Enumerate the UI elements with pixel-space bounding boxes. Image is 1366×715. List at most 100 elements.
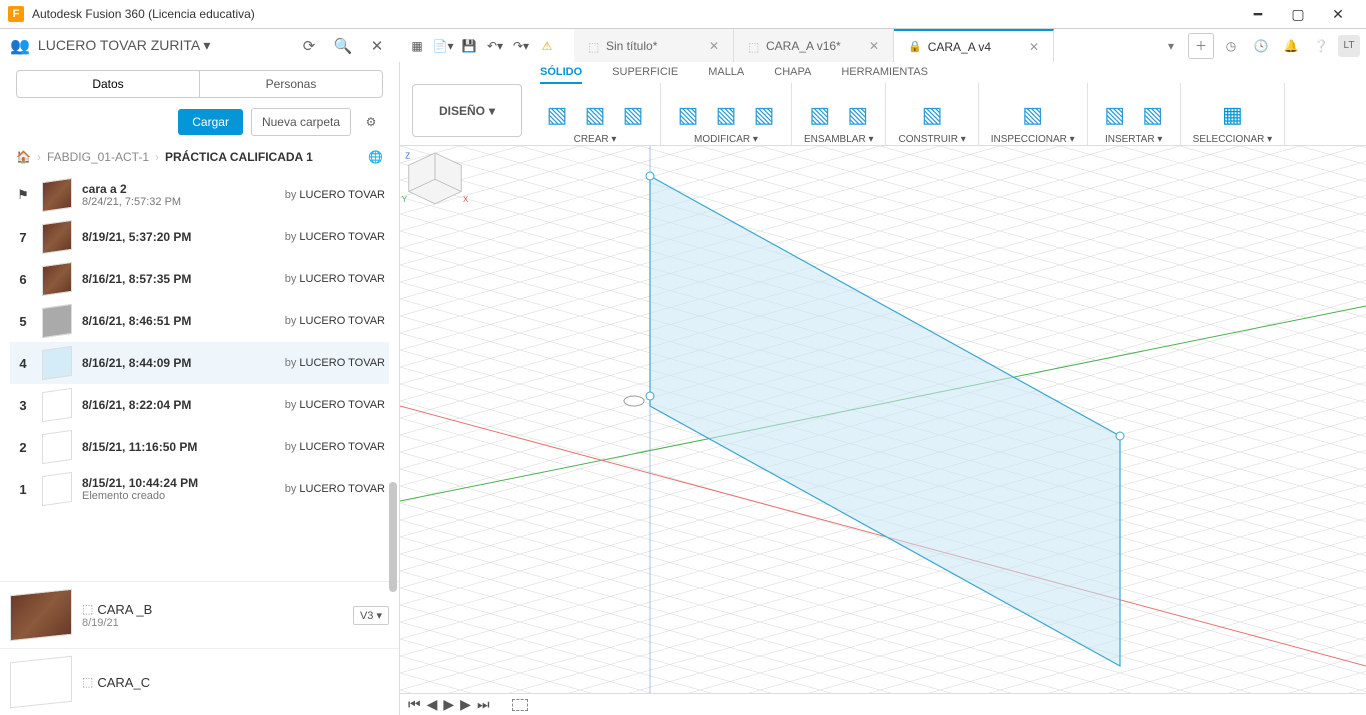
scrollbar-thumb[interactable] (389, 482, 397, 592)
app-logo-icon: F (8, 6, 24, 22)
version-item[interactable]: 58/16/21, 8:46:51 PMby LUCERO TOVAR (10, 300, 389, 342)
apps-grid-icon[interactable]: ▦ (406, 35, 428, 57)
document-tab[interactable]: ⬚CARA_A v16*✕ (734, 29, 894, 63)
ribbon-tab[interactable]: SÓLIDO (540, 62, 582, 84)
window-maximize-button[interactable]: ▢ (1278, 0, 1318, 28)
document-tab[interactable]: 🔒CARA_A v4✕ (894, 29, 1054, 63)
ribbon-command-icon[interactable]: ▧ (1018, 100, 1048, 130)
version-thumbnail (42, 472, 72, 506)
asset-item[interactable]: ⬚CARA_C (0, 648, 399, 715)
viewcube[interactable]: Z X Y (400, 146, 470, 216)
version-item[interactable]: ⚑cara a 28/24/21, 7:57:32 PMby LUCERO TO… (10, 174, 389, 216)
asset-name: ⬚CARA_C (82, 675, 389, 690)
ribbon-group-label[interactable]: INSPECCIONAR ▾ (991, 134, 1075, 145)
ribbon-command-icon[interactable]: ▧ (843, 100, 873, 130)
timeline-play-button[interactable]: ▶ (443, 696, 454, 713)
close-tab-icon[interactable]: ✕ (709, 39, 719, 53)
warning-icon[interactable]: ⚠ (536, 35, 558, 57)
timeline-next-button[interactable]: ▶ (460, 696, 471, 713)
version-thumbnail (42, 220, 72, 254)
save-button[interactable]: 💾 (458, 35, 480, 57)
ribbon-command-icon[interactable]: ▧ (711, 100, 741, 130)
breadcrumb-item[interactable]: PRÁCTICA CALIFICADA 1 (165, 150, 313, 164)
cube-icon: ⬚ (588, 40, 600, 52)
ribbon-group-label[interactable]: INSERTAR ▾ (1105, 134, 1162, 145)
breadcrumb-item[interactable]: FABDIG_01-ACT-1 (47, 150, 149, 164)
window-minimize-button[interactable]: ━ (1238, 0, 1278, 28)
ribbon-command-icon[interactable]: ▦ (1217, 100, 1247, 130)
ribbon-command-icon[interactable]: ▧ (618, 100, 648, 130)
ribbon-tab[interactable]: MALLA (708, 62, 744, 84)
timeline-prev-button[interactable]: ◀ (427, 696, 438, 713)
file-menu-button[interactable]: 📄▾ (432, 35, 454, 57)
ribbon-command-icon[interactable]: ▧ (673, 100, 703, 130)
user-avatar[interactable]: LT (1338, 35, 1360, 57)
team-name[interactable]: LUCERO TOVAR ZURITA ▾ (38, 37, 288, 54)
ribbon-command-icon[interactable]: ▧ (917, 100, 947, 130)
undo-button[interactable]: ↶▾ (484, 35, 506, 57)
ribbon-group-label[interactable]: SELECCIONAR ▾ (1193, 134, 1272, 145)
settings-gear-icon[interactable]: ⚙ (359, 110, 383, 134)
version-thumbnail (42, 304, 72, 338)
team-icon[interactable]: 👥 (10, 36, 30, 56)
version-number: 1 (14, 482, 32, 497)
version-author: by LUCERO TOVAR (285, 189, 385, 201)
timeline-last-button[interactable]: ⏭ (477, 696, 490, 713)
version-number: 4 (14, 356, 32, 371)
asset-item[interactable]: ⬚CARA _B8/19/21V3 ▾ (0, 581, 399, 648)
version-selector[interactable]: V3 ▾ (353, 606, 389, 625)
version-author: by LUCERO TOVAR (285, 231, 385, 243)
ribbon-command-icon[interactable]: ▧ (580, 100, 610, 130)
tab-people[interactable]: Personas (200, 70, 383, 98)
version-item[interactable]: 18/15/21, 10:44:24 PMElemento creadoby L… (10, 468, 389, 510)
notifications-icon[interactable]: 🔔 (1278, 33, 1304, 59)
timeline-sketch-icon[interactable] (512, 699, 528, 711)
ribbon-command-icon[interactable]: ▧ (542, 100, 572, 130)
help-icon[interactable]: ❔ (1308, 33, 1334, 59)
web-link-icon[interactable]: 🌐 (368, 150, 383, 164)
close-tab-icon[interactable]: ✕ (869, 39, 879, 53)
tab-overflow-button[interactable]: ▾ (1158, 33, 1184, 59)
ribbon-command-icon[interactable]: ▧ (1100, 100, 1130, 130)
search-button[interactable]: 🔍 (330, 33, 356, 59)
version-item[interactable]: 28/15/21, 11:16:50 PMby LUCERO TOVAR (10, 426, 389, 468)
version-title: 8/19/21, 5:37:20 PM (82, 230, 275, 244)
version-number: 3 (14, 398, 32, 413)
workspace-switcher[interactable]: DISEÑO ▾ (412, 84, 522, 137)
version-thumbnail (42, 346, 72, 380)
ribbon-tab[interactable]: HERRAMIENTAS (841, 62, 928, 84)
tab-data[interactable]: Datos (16, 70, 200, 98)
redo-button[interactable]: ↷▾ (510, 35, 532, 57)
model-canvas[interactable]: Z X Y (400, 146, 1366, 693)
version-item[interactable]: 48/16/21, 8:44:09 PMby LUCERO TOVAR (10, 342, 389, 384)
ribbon-group-label[interactable]: CREAR ▾ (574, 134, 617, 145)
version-item[interactable]: 38/16/21, 8:22:04 PMby LUCERO TOVAR (10, 384, 389, 426)
breadcrumb: 🏠 › FABDIG_01-ACT-1 › PRÁCTICA CALIFICAD… (0, 146, 399, 174)
window-close-button[interactable]: ✕ (1318, 0, 1358, 28)
version-item[interactable]: 68/16/21, 8:57:35 PMby LUCERO TOVAR (10, 258, 389, 300)
ribbon-group-label[interactable]: CONSTRUIR ▾ (898, 134, 965, 145)
timeline-first-button[interactable]: ⏮ (408, 696, 421, 713)
upload-button[interactable]: Cargar (178, 109, 243, 135)
version-author: by LUCERO TOVAR (285, 441, 385, 453)
refresh-button[interactable]: ⟳ (296, 33, 322, 59)
new-tab-button[interactable]: ＋ (1188, 33, 1214, 59)
ribbon-group-label[interactable]: MODIFICAR ▾ (694, 134, 758, 145)
extensions-icon[interactable]: ◷ (1218, 33, 1244, 59)
version-item[interactable]: 78/19/21, 5:37:20 PMby LUCERO TOVAR (10, 216, 389, 258)
svg-text:Z: Z (405, 151, 410, 160)
version-number: 6 (14, 272, 32, 287)
ribbon-tab[interactable]: CHAPA (774, 62, 811, 84)
ribbon-tab[interactable]: SUPERFICIE (612, 62, 678, 84)
close-tab-icon[interactable]: ✕ (1029, 40, 1039, 54)
job-status-icon[interactable]: 🕓 (1248, 33, 1274, 59)
close-panel-button[interactable]: ✕ (364, 33, 390, 59)
ribbon-command-icon[interactable]: ▧ (1138, 100, 1168, 130)
ribbon-command-icon[interactable]: ▧ (749, 100, 779, 130)
document-tab[interactable]: ⬚Sin título*✕ (574, 29, 734, 63)
ribbon-group-label[interactable]: ENSAMBLAR ▾ (804, 134, 873, 145)
document-tab-label: CARA_A v16* (766, 39, 841, 53)
home-icon[interactable]: 🏠 (16, 150, 31, 164)
ribbon-command-icon[interactable]: ▧ (805, 100, 835, 130)
new-folder-button[interactable]: Nueva carpeta (251, 108, 351, 136)
